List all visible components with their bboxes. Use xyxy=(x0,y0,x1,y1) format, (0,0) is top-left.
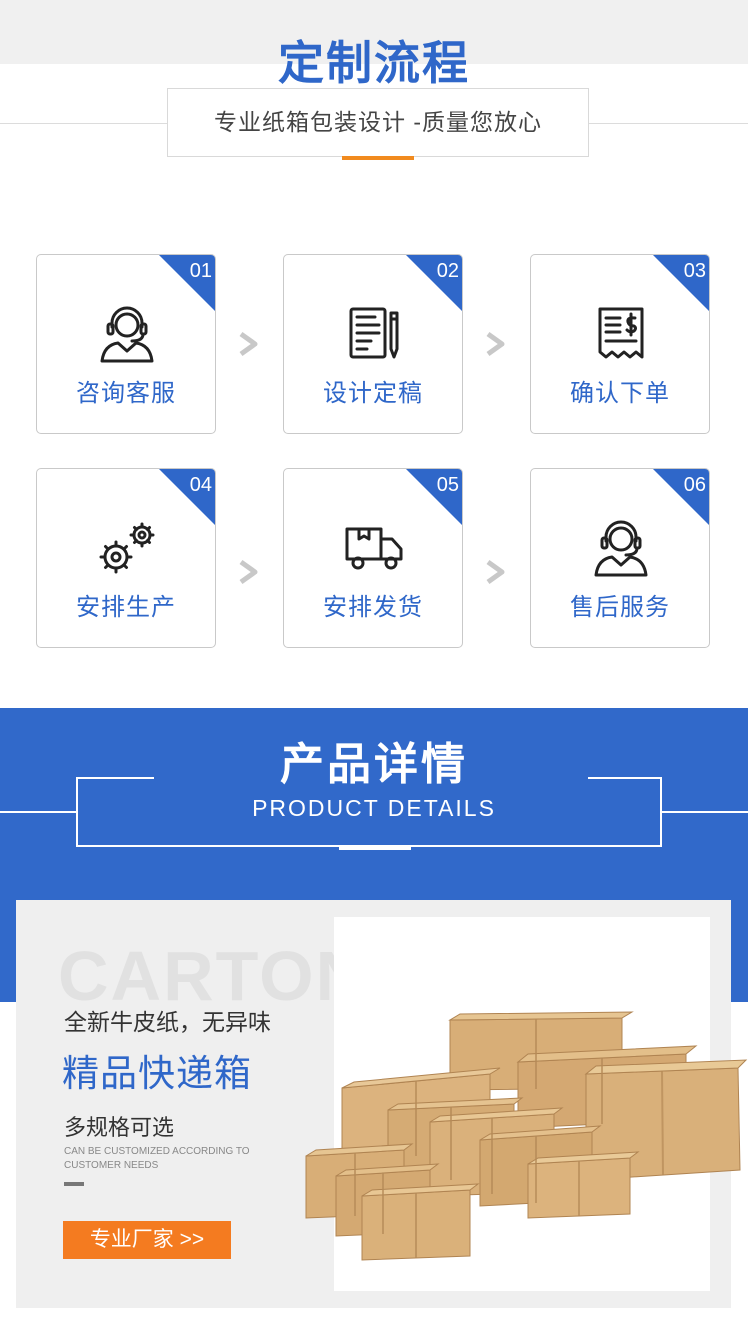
divider-dash xyxy=(64,1182,84,1186)
step-number: 05 xyxy=(436,474,459,496)
step-number: 03 xyxy=(683,260,706,282)
customize-note: CAN BE CUSTOMIZED ACCORDING TO CUSTOMER … xyxy=(64,1145,264,1173)
process-subtitle: 专业纸箱包装设计 -质量您放心 xyxy=(213,109,543,135)
chevron-right-icon xyxy=(239,331,258,357)
chevron-right-icon xyxy=(486,559,505,585)
step-number: 04 xyxy=(189,474,212,496)
step-label: 设计定稿 xyxy=(323,380,423,407)
document-pen-icon xyxy=(349,307,399,359)
customize-note-line2: CUSTOMER NEEDS xyxy=(64,1160,159,1171)
product-headline: 精品快递箱 xyxy=(62,1053,252,1094)
gears-icon xyxy=(99,522,155,574)
step-card-order[interactable]: 03 确认下单 xyxy=(530,254,710,434)
chevron-right-icon xyxy=(239,559,258,585)
step-card-design[interactable]: 02 设计定稿 xyxy=(283,254,463,434)
step-label: 确认下单 xyxy=(570,380,670,407)
cardboard-boxes-image xyxy=(305,1011,748,1261)
step-card-shipping[interactable]: 05 安排发货 xyxy=(283,468,463,648)
details-title-en: PRODUCT DETAILS xyxy=(252,795,496,821)
headset-agent-icon xyxy=(594,520,648,577)
step-number: 02 xyxy=(436,260,459,282)
accent-bar xyxy=(342,156,414,160)
step-label: 咨询客服 xyxy=(76,380,176,407)
step-label: 安排生产 xyxy=(76,594,176,621)
step-card-consult[interactable]: 01 咨询客服 xyxy=(36,254,216,434)
step-number: 06 xyxy=(683,474,706,496)
details-title: 产品详情 xyxy=(280,740,468,789)
feature-line-kraft: 全新牛皮纸，无异味 xyxy=(64,1009,271,1035)
headset-agent-icon xyxy=(100,306,154,363)
process-title: 定制流程 xyxy=(278,37,470,89)
feature-line-sizes: 多规格可选 xyxy=(64,1115,175,1140)
receipt-dollar-icon xyxy=(598,307,644,359)
step-card-aftersales[interactable]: 06 售后服务 xyxy=(530,468,710,648)
banner-accent-bar xyxy=(339,846,411,850)
customize-note-line1: CAN BE CUSTOMIZED ACCORDING TO xyxy=(64,1146,250,1157)
step-label: 安排发货 xyxy=(323,594,423,621)
step-label: 售后服务 xyxy=(570,594,670,621)
manufacturer-button[interactable]: 专业厂家 >> xyxy=(63,1221,231,1259)
step-card-production[interactable]: 04 安排生产 xyxy=(36,468,216,648)
chevron-right-icon xyxy=(486,331,505,357)
step-number: 01 xyxy=(189,260,212,282)
delivery-truck-icon xyxy=(345,527,403,570)
